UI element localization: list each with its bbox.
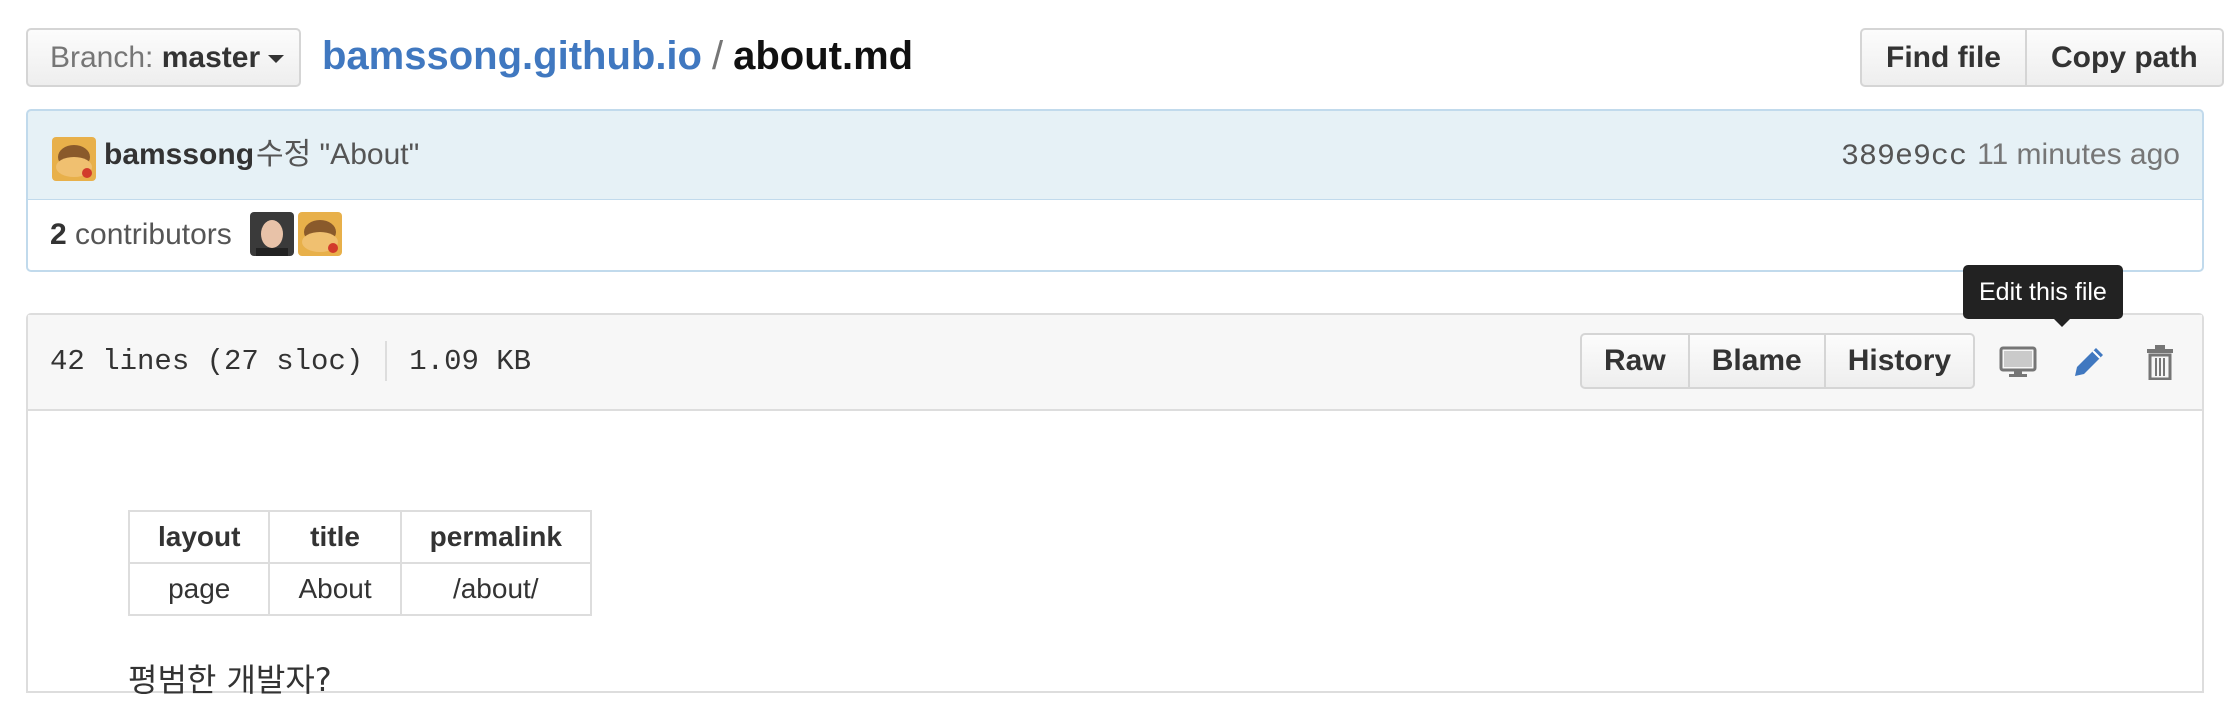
file-header: 42 lines (27 sloc) 1.09 KB Raw Blame Hist… xyxy=(28,315,2202,411)
avatar[interactable] xyxy=(52,137,96,181)
markdown-front-matter-table: layout title permalink page About /about… xyxy=(127,510,592,616)
breadcrumb-separator: / xyxy=(711,34,724,78)
contributors-number: 2 xyxy=(50,218,67,251)
contributors-label: contributors xyxy=(75,218,232,251)
file-container: 42 lines (27 sloc) 1.09 KB Raw Blame Hist… xyxy=(26,313,2204,693)
markdown-paragraph: 평범한 개발자? xyxy=(128,661,332,699)
copy-path-button[interactable]: Copy path xyxy=(2027,28,2224,87)
file-info-divider xyxy=(385,341,388,382)
file-name: about.md xyxy=(733,34,914,78)
table-cell: page xyxy=(127,562,271,616)
commit-sha[interactable]: 389e9cc xyxy=(1841,140,1967,174)
contributors-bar: 2 contributors xyxy=(26,199,2204,272)
edit-file-tooltip: Edit this file xyxy=(1963,265,2123,319)
raw-button[interactable]: Raw xyxy=(1580,333,1690,389)
trash-icon[interactable] xyxy=(2135,337,2185,387)
commit-message[interactable]: 수정 "About" xyxy=(256,111,419,199)
table-cell: /about/ xyxy=(399,562,592,616)
repo-link[interactable]: bamssong.github.io xyxy=(322,34,702,78)
file-actions: Raw Blame History xyxy=(1580,333,1976,389)
desktop-icon[interactable] xyxy=(1993,337,2043,387)
breadcrumb: bamssong.github.io / about.md xyxy=(322,28,913,84)
history-button[interactable]: History xyxy=(1825,333,1976,389)
find-file-button[interactable]: Find file xyxy=(1860,28,2027,87)
table-header-cell: permalink xyxy=(399,510,592,564)
file-lines: 42 lines (27 sloc) xyxy=(50,345,364,378)
table-header-cell: title xyxy=(268,510,402,564)
table-cell: About xyxy=(268,562,402,616)
table-header-row: layout title permalink xyxy=(127,510,592,564)
commit-author[interactable]: bamssong xyxy=(104,111,254,199)
contributors-count[interactable]: 2 contributors xyxy=(50,200,232,269)
contributor-avatar[interactable] xyxy=(298,212,342,256)
pencil-icon[interactable] xyxy=(2064,337,2114,387)
commit-time: 11 minutes ago xyxy=(1977,138,2180,171)
file-info: 42 lines (27 sloc) 1.09 KB xyxy=(50,315,531,409)
caret-down-icon xyxy=(268,55,285,64)
commit-meta: 389e9cc 11 minutes ago xyxy=(1841,111,2180,201)
table-row: page About /about/ xyxy=(127,562,592,616)
branch-prefix: Branch: xyxy=(50,41,154,74)
branch-name: master xyxy=(161,41,261,74)
file-size: 1.09 KB xyxy=(409,345,532,378)
commit-tease: bamssong 수정 "About" 389e9cc 11 minutes ag… xyxy=(26,109,2204,201)
table-header-cell: layout xyxy=(127,510,271,564)
blame-button[interactable]: Blame xyxy=(1689,333,1826,389)
contributor-avatar[interactable] xyxy=(250,212,294,256)
file-navigation-buttons: Find file Copy path xyxy=(1860,28,2224,87)
tooltip-arrow xyxy=(2053,318,2071,327)
branch-select-button[interactable]: Branch: master xyxy=(26,28,301,87)
